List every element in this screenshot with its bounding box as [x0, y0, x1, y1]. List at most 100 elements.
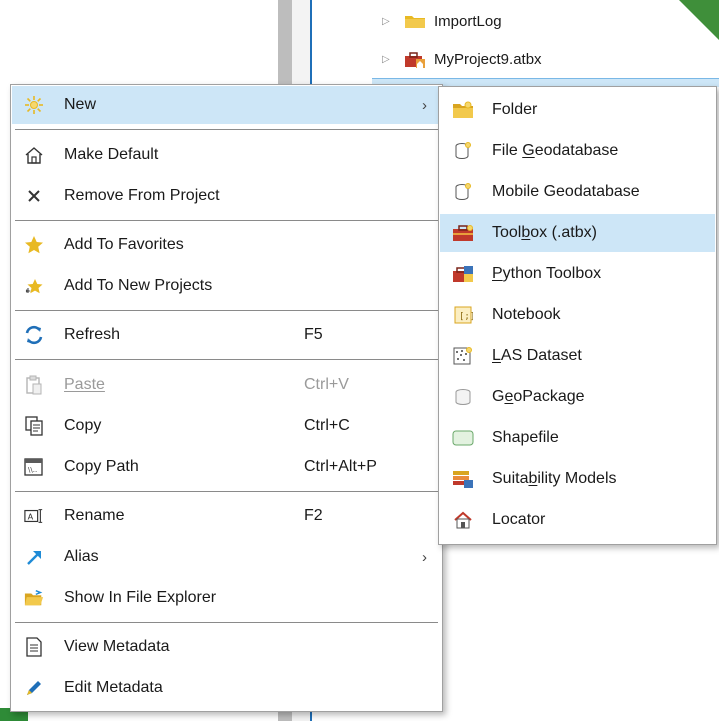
submenu-item-label: Suitability Models [492, 470, 617, 487]
shapefile-icon [452, 429, 474, 447]
sun-new-icon [24, 96, 44, 114]
submenu-item-folder[interactable]: Folder [440, 91, 715, 129]
menu-shortcut: Ctrl+C [304, 417, 350, 434]
menu-item-rename[interactable]: A Rename F2 [12, 497, 441, 535]
svg-text:[;]: [;] [459, 312, 473, 322]
star-sparkle-icon [24, 277, 44, 295]
copy-icon [24, 416, 44, 436]
menu-item-edit-metadata[interactable]: Edit Metadata [12, 669, 441, 707]
menu-separator [15, 359, 438, 360]
folder-icon [404, 13, 426, 29]
submenu-item-toolbox[interactable]: Toolbox (.atbx) [440, 214, 715, 252]
toolbox-icon [404, 51, 426, 68]
submenu-item-mobile-geodatabase[interactable]: Mobile Geodatabase [440, 173, 715, 211]
submenu-item-label: Folder [492, 101, 538, 118]
submenu-item-las-dataset[interactable]: LAS Dataset [440, 337, 715, 375]
submenu-item-label: Locator [492, 511, 546, 528]
context-menu: New › Make Default Remove From Project A… [10, 84, 443, 712]
submenu-item-notebook[interactable]: [;] Notebook [440, 296, 715, 334]
pencil-icon [24, 679, 44, 697]
file-geodatabase-icon [452, 142, 474, 160]
geopackage-icon [452, 388, 474, 406]
menu-item-copy[interactable]: Copy Ctrl+C [12, 407, 441, 445]
menu-item-label: Refresh [64, 326, 121, 343]
submenu-item-python-toolbox[interactable]: Python Toolbox [440, 255, 715, 293]
open-folder-icon [24, 589, 44, 607]
expand-icon[interactable]: ▷ [382, 54, 394, 65]
menu-item-label: Copy Path [64, 458, 139, 475]
menu-item-show-in-file-explorer[interactable]: Show In File Explorer [12, 579, 441, 617]
expand-icon[interactable]: ▷ [382, 16, 394, 27]
notebook-icon: [;] [452, 306, 474, 324]
alias-arrow-icon [24, 548, 44, 566]
svg-text:\\..: \\.. [28, 466, 37, 474]
menu-item-label: Add To New Projects [64, 277, 213, 294]
home-icon [24, 146, 44, 164]
menu-item-label: New [64, 96, 97, 113]
menu-shortcut: Ctrl+V [304, 376, 349, 393]
submenu-item-locator[interactable]: Locator [440, 501, 715, 539]
submenu-item-label: Python Toolbox [492, 265, 602, 282]
tree-item-label: MyProject9.atbx [434, 50, 542, 68]
menu-item-label: Remove From Project [64, 187, 220, 204]
menu-item-label: View Metadata [64, 638, 170, 655]
menu-item-label: Paste [64, 376, 105, 393]
menu-shortcut: Ctrl+Alt+P [304, 458, 377, 475]
menu-separator [15, 129, 438, 130]
tree-item-importlog[interactable]: ▷ ImportLog [382, 8, 502, 34]
tree-item-myproject9[interactable]: ▷ MyProject9.atbx [382, 46, 542, 72]
x-icon [24, 187, 44, 205]
background-corner [679, 0, 719, 40]
submenu-item-label: Notebook [492, 306, 561, 323]
menu-item-alias[interactable]: Alias › [12, 538, 441, 576]
mobile-geodatabase-icon [452, 183, 474, 201]
menu-item-add-to-new-projects[interactable]: Add To New Projects [12, 267, 441, 305]
submenu-item-label: LAS Dataset [492, 347, 582, 364]
submenu-arrow-icon: › [422, 548, 427, 566]
menu-item-paste: Paste Ctrl+V [12, 366, 441, 404]
menu-item-label: Alias [64, 548, 99, 565]
submenu-item-suitability-models[interactable]: Suitability Models [440, 460, 715, 498]
submenu-item-label: Mobile Geodatabase [492, 183, 640, 200]
toolbox-icon [452, 224, 474, 242]
menu-item-copy-path[interactable]: \\.. Copy Path Ctrl+Alt+P [12, 448, 441, 486]
copy-path-icon: \\.. [24, 458, 44, 476]
submenu-item-label: GeoPackage [492, 388, 585, 405]
menu-separator [15, 622, 438, 623]
rename-icon: A [24, 507, 44, 525]
submenu-item-shapefile[interactable]: Shapefile [440, 419, 715, 457]
new-submenu: Folder File Geodatabase Mobile Geodataba… [438, 86, 717, 545]
menu-item-label: Make Default [64, 146, 159, 163]
menu-item-add-to-favorites[interactable]: Add To Favorites [12, 226, 441, 264]
menu-item-label: Show In File Explorer [64, 589, 217, 606]
python-toolbox-icon [452, 265, 474, 283]
menu-item-remove-from-project[interactable]: Remove From Project [12, 177, 441, 215]
suitability-model-icon [452, 470, 474, 488]
menu-item-new[interactable]: New › [12, 86, 441, 124]
menu-item-make-default[interactable]: Make Default [12, 136, 441, 174]
svg-text:A: A [28, 512, 34, 522]
submenu-item-file-geodatabase[interactable]: File Geodatabase [440, 132, 715, 170]
new-folder-icon [452, 101, 474, 119]
menu-item-refresh[interactable]: Refresh F5 [12, 316, 441, 354]
submenu-item-label: Shapefile [492, 429, 559, 446]
refresh-icon [24, 325, 44, 345]
menu-item-view-metadata[interactable]: View Metadata [12, 628, 441, 666]
menu-separator [15, 310, 438, 311]
menu-separator [15, 491, 438, 492]
menu-separator [15, 220, 438, 221]
menu-item-label: Rename [64, 507, 125, 524]
menu-item-label: Add To Favorites [64, 236, 184, 253]
submenu-item-label: Toolbox (.atbx) [492, 224, 597, 241]
menu-item-label: Copy [64, 417, 102, 434]
las-dataset-icon [452, 347, 474, 365]
menu-shortcut: F5 [304, 326, 323, 343]
submenu-item-geopackage[interactable]: GeoPackage [440, 378, 715, 416]
submenu-item-label: File Geodatabase [492, 142, 619, 159]
star-icon [24, 236, 44, 254]
locator-icon [452, 511, 474, 529]
paste-icon [24, 375, 44, 395]
tree-item-label: ImportLog [434, 12, 502, 30]
document-icon [24, 637, 44, 657]
submenu-arrow-icon: › [422, 96, 427, 114]
